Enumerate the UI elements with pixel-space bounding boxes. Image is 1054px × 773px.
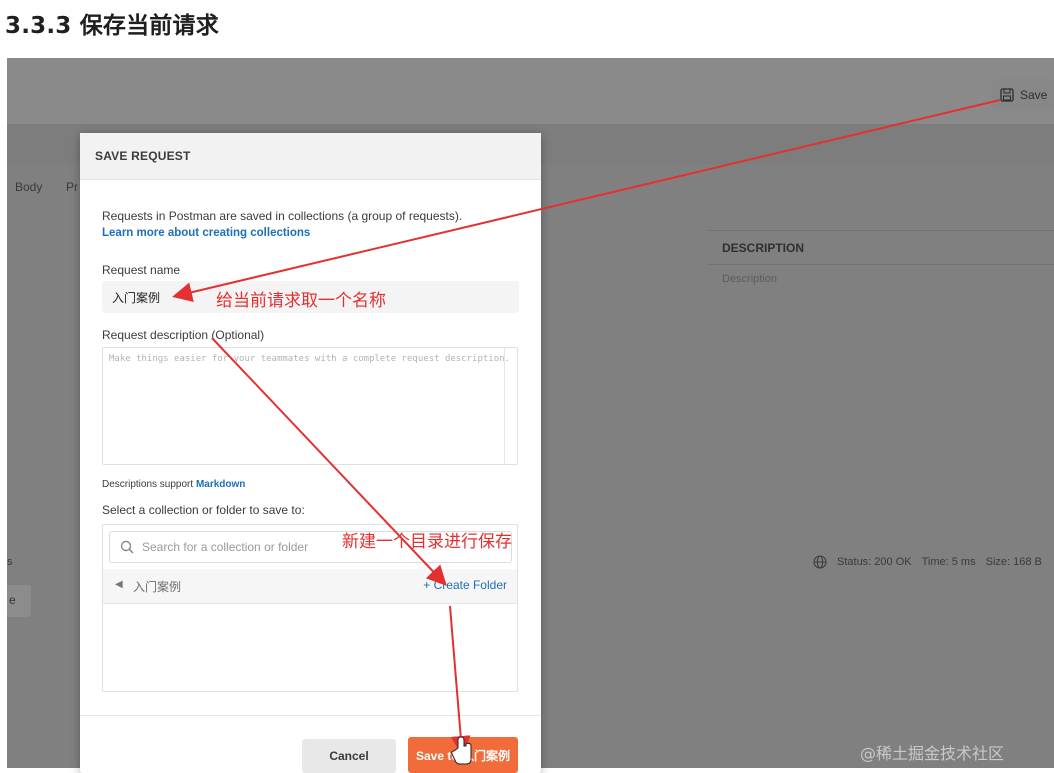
truncated-text: s xyxy=(7,556,13,568)
markdown-link[interactable]: Markdown xyxy=(196,479,245,490)
tab-pr[interactable]: Pr xyxy=(66,180,78,194)
modal-title: SAVE REQUEST xyxy=(80,133,541,180)
floppy-disk-icon xyxy=(1000,88,1014,102)
description-label: Request description (Optional) xyxy=(102,328,265,342)
doc-heading: 3.3.3 保存当前请求 xyxy=(5,13,219,39)
request-description-textarea[interactable]: Make things easier for your teammates wi… xyxy=(102,347,518,465)
save-label: Save xyxy=(1020,88,1048,102)
left-chip-button[interactable]: e xyxy=(7,585,31,617)
globe-icon xyxy=(813,555,827,569)
request-name-label: Request name xyxy=(102,263,181,277)
save-button[interactable]: Save xyxy=(992,79,1054,111)
intro-text: Requests in Postman are saved in collect… xyxy=(102,209,463,223)
annotation-folder: 新建一个目录进行保存 xyxy=(342,532,512,552)
description-placeholder-text: Make things easier for your teammates wi… xyxy=(109,354,510,364)
header-band xyxy=(7,58,1054,124)
learn-more-link[interactable]: Learn more about creating collections xyxy=(102,227,310,239)
search-icon xyxy=(120,540,134,554)
markdown-note-text: Descriptions support xyxy=(102,479,194,490)
collection-name: 入门案例 xyxy=(133,580,182,594)
divider xyxy=(707,264,1054,265)
watermark: @稀土掘金技术社区 xyxy=(860,744,1005,763)
markdown-note: Descriptions support Markdown xyxy=(102,479,245,490)
footer-divider xyxy=(80,715,541,716)
textarea-scrollbar[interactable] xyxy=(504,348,517,464)
annotation-name: 给当前请求取一个名称 xyxy=(216,291,386,311)
search-placeholder: Search for a collection or folder xyxy=(142,540,309,554)
collection-row[interactable]: ◀ 入门案例 + Create Folder xyxy=(103,569,517,604)
divider xyxy=(707,230,1054,231)
tab-body[interactable]: Body xyxy=(15,180,42,194)
left-chip-label: e xyxy=(9,593,16,607)
status-text: Status: 200 OK xyxy=(837,556,912,568)
description-placeholder: Description xyxy=(722,273,778,285)
collection-label: Select a collection or folder to save to… xyxy=(102,503,305,517)
caret-left-icon[interactable]: ◀ xyxy=(115,579,123,590)
request-name-value: 入门案例 xyxy=(112,290,161,305)
create-folder-link[interactable]: + Create Folder xyxy=(423,578,507,592)
response-status-bar: Status: 200 OK Time: 5 ms Size: 168 B xyxy=(813,555,1042,569)
save-request-modal: SAVE REQUEST Requests in Postman are sav… xyxy=(80,133,541,773)
description-column-header: DESCRIPTION xyxy=(722,241,805,255)
time-text: Time: 5 ms xyxy=(921,556,976,568)
size-text: Size: 168 B xyxy=(985,556,1042,568)
